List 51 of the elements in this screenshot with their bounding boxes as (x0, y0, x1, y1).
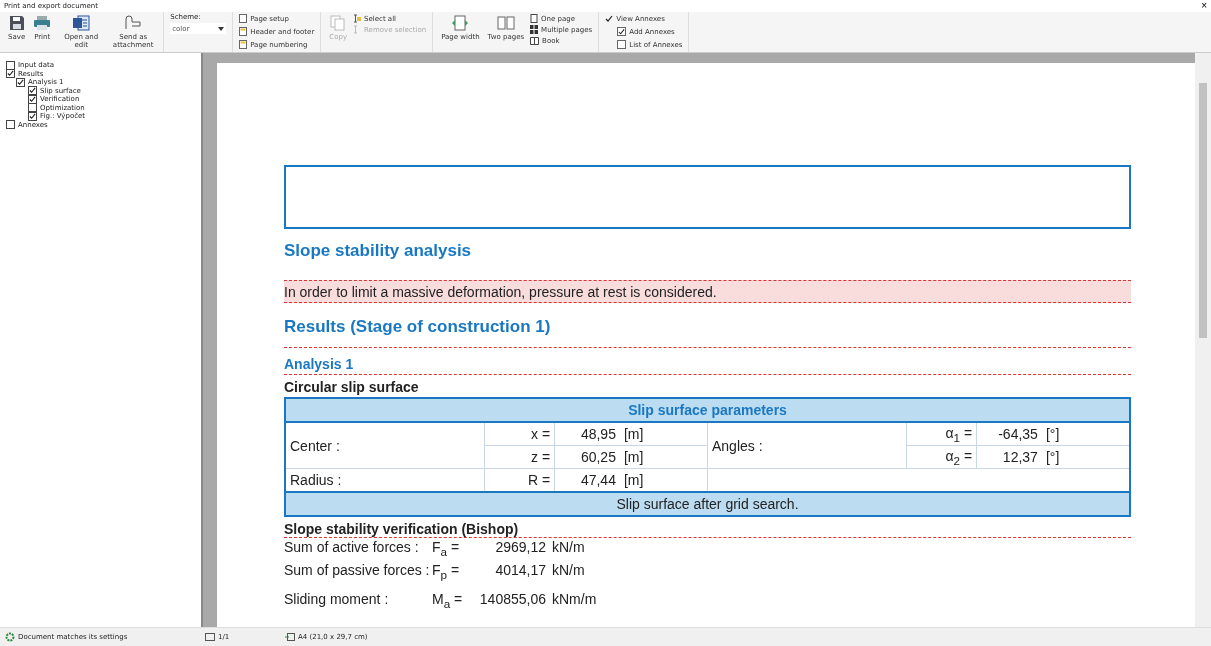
table-cell: Angles : (707, 422, 907, 469)
two-pages-icon (496, 15, 515, 31)
page-icon (239, 40, 248, 49)
result-label: Sliding moment : (284, 589, 390, 609)
attachment-icon (124, 15, 143, 31)
checkbox[interactable] (6, 120, 15, 130)
page-width-icon (451, 15, 470, 31)
page-icon (239, 27, 248, 36)
gear-icon (5, 632, 15, 642)
section-heading: Circular slip surface (284, 379, 420, 395)
scrollbar-thumb[interactable] (1199, 83, 1207, 338)
result-label: Sum of passive forces : (284, 560, 431, 580)
table-title: Slip surface parameters (285, 398, 1130, 422)
result-label: Sum of active forces : (284, 538, 420, 557)
checkbox[interactable] (28, 86, 37, 96)
result-symbol: F$_{p}$ = (432, 560, 461, 583)
close-button[interactable]: × (1201, 1, 1207, 11)
document-title: Slope stability analysis (284, 241, 473, 261)
page-icon (205, 633, 215, 641)
table-footer: Slip surface after grid search. (285, 492, 1130, 516)
result-value: 140855,06 (478, 589, 546, 609)
table-cell: [m] (619, 422, 708, 446)
result-unit: kN/m (552, 538, 585, 557)
result-unit: kNm/m (552, 589, 597, 609)
result-unit: kN/m (552, 560, 585, 580)
table-cell: z = (484, 445, 555, 469)
section-heading: Slope stability verification (Bishop) (284, 521, 1131, 538)
caret-icon (218, 26, 225, 31)
book-icon (530, 36, 540, 45)
note-text: In order to limit a massive deformation, pressure at rest is considered. (284, 280, 1131, 303)
table-cell: Center : (285, 422, 485, 469)
table-cell: x = (484, 422, 555, 446)
checkbox[interactable] (6, 69, 15, 79)
result-symbol: M$_{a}$ = (432, 589, 464, 612)
grid-icon (530, 25, 539, 34)
checkbox[interactable] (16, 77, 25, 87)
copy-icon (330, 15, 347, 31)
checkbox[interactable] (28, 103, 37, 113)
printer-icon (33, 15, 52, 31)
results-heading: Results (Stage of construction 1) (284, 317, 1131, 348)
table-cell: α$_{2}$ = (906, 445, 977, 469)
result-value: 2969,12 (494, 538, 546, 557)
analysis-heading: Analysis 1 (284, 356, 1131, 375)
page-icon (285, 633, 295, 641)
text-cursor-icon (353, 14, 362, 23)
scrollbar[interactable] (1195, 53, 1211, 627)
document-icon (72, 15, 91, 31)
result-value: 4014,17 (494, 560, 546, 580)
result-symbol: F$_{a}$ = (432, 538, 461, 560)
checkbox[interactable] (28, 111, 37, 121)
table-cell: α$_{1}$ = (906, 422, 977, 446)
